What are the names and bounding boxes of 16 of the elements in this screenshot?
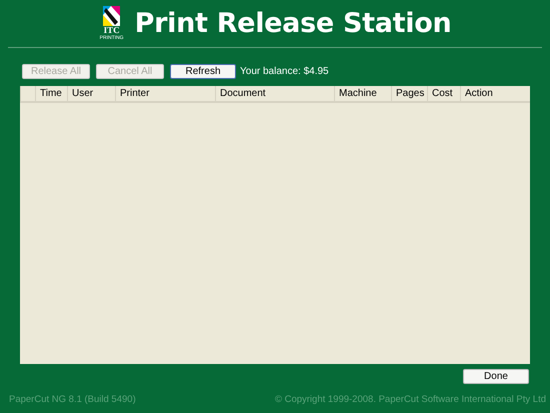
done-button[interactable]: Done bbox=[463, 369, 529, 384]
version-text: PaperCut NG 8.1 (Build 5490) bbox=[9, 394, 136, 405]
column-header[interactable]: Time bbox=[35, 86, 67, 101]
column-header[interactable]: Cost bbox=[427, 86, 460, 101]
logo-name: ITC bbox=[104, 26, 120, 35]
column-header[interactable]: Printer bbox=[115, 86, 215, 101]
balance-text: Your balance: $4.95 bbox=[240, 66, 329, 76]
column-header[interactable]: Machine bbox=[334, 86, 391, 101]
column-header[interactable]: User bbox=[67, 86, 115, 101]
copyright-text: © Copyright 1999-2008. PaperCut Software International Pty Ltd bbox=[274, 394, 546, 405]
logo-icon bbox=[103, 6, 120, 26]
column-header[interactable]: Document bbox=[215, 86, 334, 101]
column-header[interactable]: Action bbox=[460, 86, 530, 101]
toolbar-button[interactable]: Refresh bbox=[170, 64, 236, 78]
column-header[interactable]: Pages bbox=[391, 86, 427, 101]
page-title: Print Release Station bbox=[134, 8, 452, 39]
